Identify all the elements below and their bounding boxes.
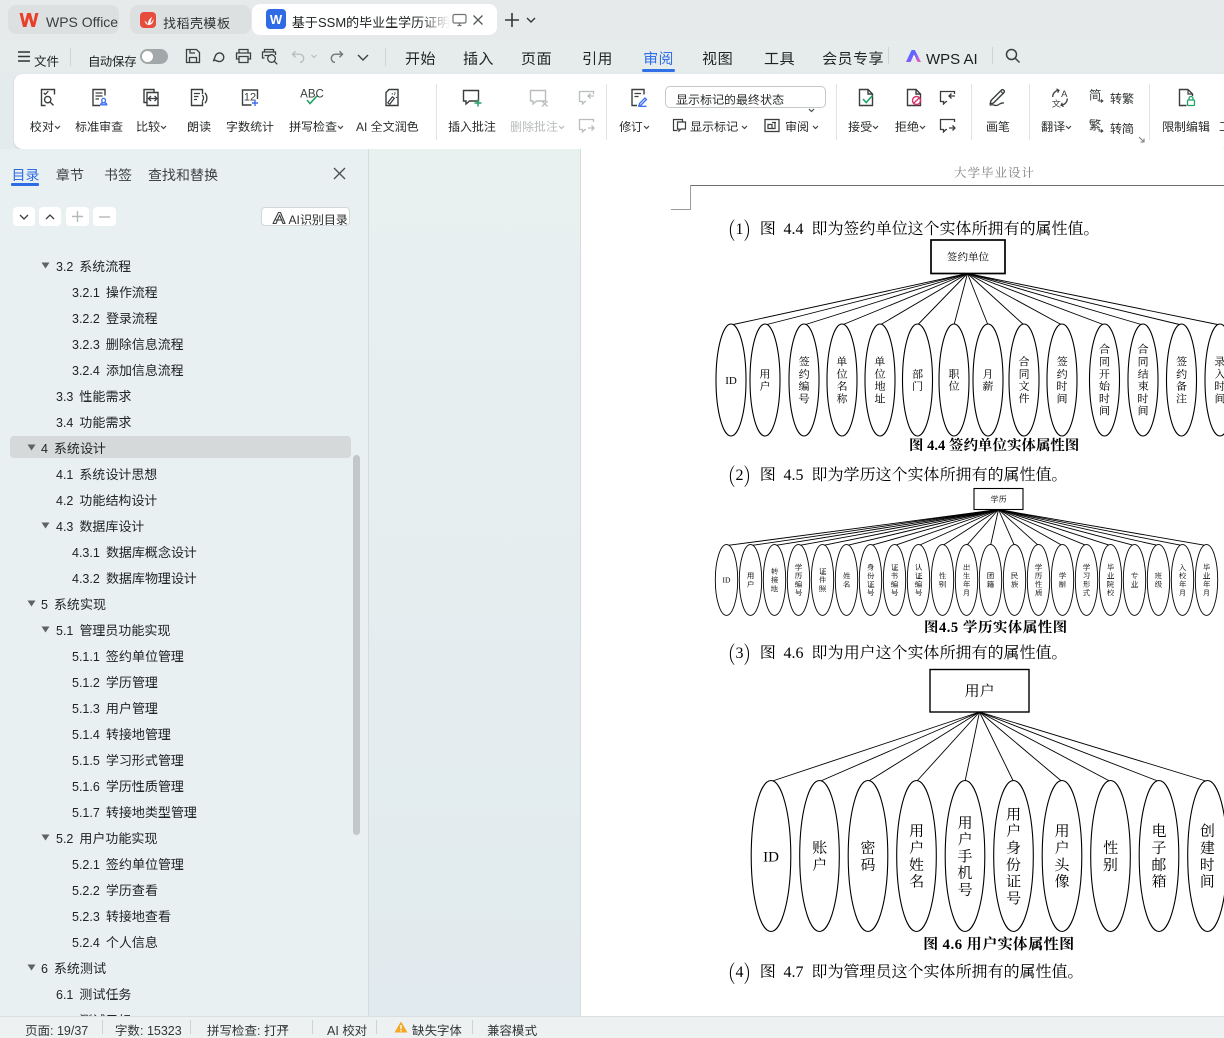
svg-text:班级: 班级	[1155, 570, 1163, 590]
svg-text:性别: 性别	[1103, 837, 1118, 875]
svg-text:合同文件: 合同文件	[1019, 354, 1031, 407]
svg-text:创建时间: 创建时间	[1199, 820, 1215, 891]
svg-text:签约单位: 签约单位	[947, 250, 989, 265]
svg-text:ID: ID	[763, 845, 779, 866]
svg-text:账户: 账户	[812, 837, 827, 875]
svg-text:12: 12	[244, 92, 256, 104]
svg-text:用户手机号: 用户手机号	[957, 812, 972, 900]
svg-text:学历性质: 学历性质	[1035, 562, 1043, 599]
svg-text:录入时间: 录入时间	[1215, 354, 1224, 407]
svg-text:性别: 性别	[939, 570, 947, 590]
svg-text:出生年月: 出生年月	[963, 562, 971, 599]
svg-text:用户: 用户	[747, 570, 755, 590]
svg-text:签约编号: 签约编号	[799, 354, 810, 407]
svg-text:职位: 职位	[949, 366, 961, 394]
svg-text:毕业院校: 毕业院校	[1107, 562, 1115, 599]
svg-text:ID: ID	[725, 372, 737, 388]
svg-text:认证编号: 认证编号	[915, 562, 923, 599]
svg-text:签约备注: 签约备注	[1176, 354, 1187, 407]
svg-text:转接地: 转接地	[771, 566, 779, 594]
svg-text:民族: 民族	[1011, 570, 1019, 590]
svg-text:部门: 部门	[912, 366, 924, 394]
svg-text:证件照: 证件照	[819, 566, 827, 594]
svg-text:ABC: ABC	[300, 89, 324, 101]
svg-text:电子邮箱: 电子邮箱	[1151, 820, 1166, 891]
svg-text:签约时间: 签约时间	[1057, 354, 1068, 407]
svg-text:密码: 密码	[860, 837, 875, 875]
svg-text:W: W	[270, 12, 283, 27]
svg-text:用户: 用户	[964, 680, 994, 701]
svg-text:身份证号: 身份证号	[867, 562, 875, 599]
svg-text:入校年月: 入校年月	[1179, 562, 1187, 599]
svg-text:学习形式: 学习形式	[1083, 562, 1091, 599]
svg-text:用户姓名: 用户姓名	[909, 820, 924, 891]
svg-text:毕业年月: 毕业年月	[1203, 562, 1211, 599]
svg-text:合同结束时间: 合同结束时间	[1138, 341, 1149, 419]
svg-text:团籍: 团籍	[986, 570, 995, 590]
svg-text:用户头像: 用户头像	[1054, 820, 1069, 891]
svg-text:A: A	[1061, 89, 1068, 100]
svg-text:学历编号: 学历编号	[795, 562, 803, 599]
svg-text:用户身份证号: 用户身份证号	[1006, 803, 1022, 908]
svg-text:月薪: 月薪	[982, 366, 994, 394]
svg-text:单位地址: 单位地址	[875, 354, 887, 407]
svg-text:专业: 专业	[1131, 570, 1139, 590]
svg-text:姓名: 姓名	[843, 570, 851, 590]
svg-text:ID: ID	[723, 575, 731, 586]
svg-text:学历: 学历	[991, 494, 1007, 505]
svg-text:证书编号: 证书编号	[891, 562, 899, 599]
svg-text:合同开始时间: 合同开始时间	[1098, 341, 1110, 419]
svg-text:单位名称: 单位名称	[837, 354, 849, 407]
svg-text:用户: 用户	[760, 366, 771, 394]
svg-text:文: 文	[1052, 97, 1062, 108]
svg-text:学制: 学制	[1058, 570, 1067, 590]
